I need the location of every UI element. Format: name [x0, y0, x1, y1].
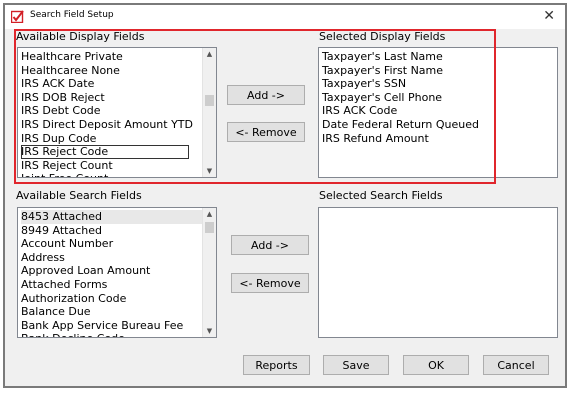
- title-bar: Search Field Setup ✕: [5, 5, 565, 29]
- list-item[interactable]: Authorization Code: [21, 292, 216, 306]
- list-item[interactable]: Balance Due: [21, 305, 216, 319]
- list-item[interactable]: Address: [21, 251, 216, 265]
- scroll-thumb[interactable]: [205, 222, 214, 233]
- scroll-down-icon[interactable]: ▼: [203, 165, 216, 177]
- available-search-scrollbar[interactable]: ▲ ▼: [202, 208, 216, 337]
- list-item[interactable]: IRS Direct Deposit Amount YTD: [21, 118, 216, 132]
- list-item[interactable]: Healthcaree None: [21, 64, 216, 78]
- selected-search-fields-label: Selected Search Fields: [319, 189, 443, 202]
- available-search-fields-label: Available Search Fields: [16, 189, 142, 202]
- scroll-up-icon[interactable]: ▲: [203, 48, 216, 60]
- list-item[interactable]: IRS ACK Code: [322, 104, 557, 118]
- ok-button[interactable]: OK: [403, 355, 469, 375]
- list-item[interactable]: IRS Dup Code: [21, 132, 216, 146]
- list-item[interactable]: Bank Decline Code: [21, 332, 216, 337]
- add-display-field-button[interactable]: Add ->: [227, 85, 305, 105]
- scroll-down-icon[interactable]: ▼: [203, 325, 216, 337]
- list-item[interactable]: IRS DOB Reject: [21, 91, 216, 105]
- list-item[interactable]: Joint Free Count: [21, 172, 216, 177]
- selected-display-fields-list[interactable]: Taxpayer's Last Name Taxpayer's First Nam…: [318, 47, 558, 178]
- list-item[interactable]: Taxpayer's Last Name: [322, 50, 557, 64]
- list-item[interactable]: IRS Reject Code: [21, 145, 189, 159]
- list-item[interactable]: Healthcare Private: [21, 50, 216, 64]
- available-display-scrollbar[interactable]: ▲ ▼: [202, 48, 216, 177]
- list-item[interactable]: Account Number: [21, 237, 216, 251]
- available-search-fields-list[interactable]: 8453 Attached 8949 Attached Account Number…: [17, 207, 217, 338]
- close-icon[interactable]: ✕: [543, 7, 555, 25]
- selected-search-fields-list[interactable]: [318, 207, 558, 338]
- list-item[interactable]: IRS Refund Amount: [322, 132, 557, 146]
- app-checkbox-icon: [11, 10, 24, 23]
- list-item[interactable]: Date Federal Return Queued: [322, 118, 557, 132]
- list-item[interactable]: Taxpayer's Cell Phone: [322, 91, 557, 105]
- add-search-field-button[interactable]: Add ->: [231, 235, 309, 255]
- list-item[interactable]: IRS ACK Date: [21, 77, 216, 91]
- list-item[interactable]: Bank App Service Bureau Fee: [21, 319, 216, 333]
- list-item[interactable]: IRS Reject Count: [21, 159, 216, 173]
- reports-button[interactable]: Reports: [243, 355, 310, 375]
- list-item[interactable]: Attached Forms: [21, 278, 216, 292]
- list-item[interactable]: IRS Debt Code: [21, 104, 216, 118]
- remove-display-field-button[interactable]: <- Remove: [227, 122, 305, 142]
- save-button[interactable]: Save: [323, 355, 389, 375]
- list-item[interactable]: Approved Loan Amount: [21, 264, 216, 278]
- window-title: Search Field Setup: [30, 10, 114, 20]
- list-item[interactable]: 8453 Attached: [21, 210, 216, 224]
- list-item[interactable]: Taxpayer's SSN: [322, 77, 557, 91]
- search-field-setup-dialog: Search Field Setup ✕ Available Display F…: [3, 3, 567, 388]
- scroll-up-icon[interactable]: ▲: [203, 208, 216, 220]
- available-display-fields-label: Available Display Fields: [16, 30, 145, 43]
- scroll-thumb[interactable]: [205, 95, 214, 106]
- list-item[interactable]: Taxpayer's First Name: [322, 64, 557, 78]
- remove-search-field-button[interactable]: <- Remove: [231, 273, 309, 293]
- available-display-fields-list[interactable]: Healthcare Private Healthcaree None IRS AC…: [17, 47, 217, 178]
- cancel-button[interactable]: Cancel: [483, 355, 549, 375]
- selected-display-fields-label: Selected Display Fields: [319, 30, 446, 43]
- list-item[interactable]: 8949 Attached: [21, 224, 216, 238]
